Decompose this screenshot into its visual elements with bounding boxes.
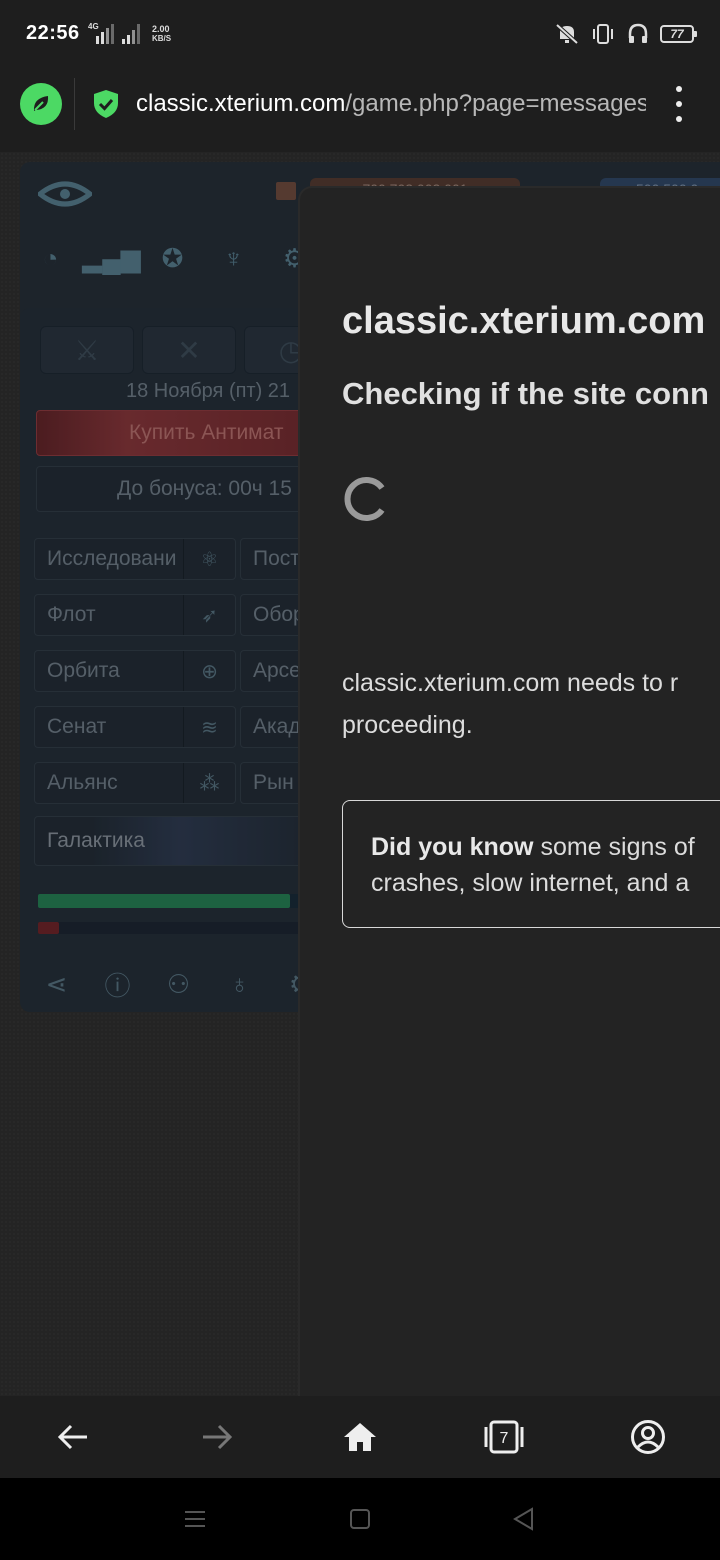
leaf-icon[interactable] (20, 83, 62, 125)
url-path: /game.php?page=messages (345, 90, 646, 117)
headphones-icon (628, 23, 648, 43)
clock: 22:56 (26, 22, 80, 44)
recent-apps-icon[interactable] (180, 1504, 210, 1534)
profile-icon[interactable] (623, 1412, 673, 1462)
check-subtitle: Checking if the site conn (342, 376, 709, 411)
back-triangle-icon[interactable] (508, 1504, 538, 1534)
overflow-menu-icon[interactable] (670, 86, 688, 122)
back-arrow-icon[interactable] (48, 1412, 98, 1462)
check-description: classic.xterium.com needs to r proceedin… (342, 669, 679, 739)
browser-bottom-nav: 7 (0, 1396, 720, 1478)
shield-check-icon[interactable] (92, 88, 120, 125)
mute-bell-icon (555, 23, 579, 45)
did-you-know-box: Did you know some signs of crashes, slow… (342, 800, 720, 928)
svg-text:7: 7 (500, 1430, 509, 1447)
forward-arrow-icon[interactable] (192, 1412, 242, 1462)
signal-2-icon (122, 24, 140, 44)
status-bar: 22:56 4G 2.00 KB/S 77 (0, 0, 720, 68)
signal-icon (96, 24, 114, 44)
network-speed: 2.00 KB/S (152, 24, 172, 44)
url-divider (74, 78, 75, 130)
status-icons: 77 (554, 22, 697, 46)
tabs-icon[interactable]: 7 (479, 1412, 529, 1462)
url-host: classic.xterium.com (136, 90, 346, 117)
check-title: classic.xterium.com (342, 300, 706, 342)
system-nav-bar (0, 1478, 720, 1560)
address-bar[interactable]: classic.xterium.com/game.php?page=messag… (136, 90, 646, 118)
network-type: 4G (88, 22, 99, 31)
vibrate-icon (593, 24, 613, 44)
home-square-icon[interactable] (345, 1504, 375, 1534)
security-check-sheet: classic.xterium.com Checking if the site… (298, 186, 720, 1396)
home-icon[interactable] (335, 1412, 385, 1462)
browser-toolbar: classic.xterium.com/game.php?page=messag… (0, 68, 720, 152)
screen: 22:56 4G 2.00 KB/S 77 classic.xterium.co… (0, 0, 720, 1560)
battery-icon: 77 (660, 25, 697, 43)
loading-spinner-icon (344, 477, 385, 521)
